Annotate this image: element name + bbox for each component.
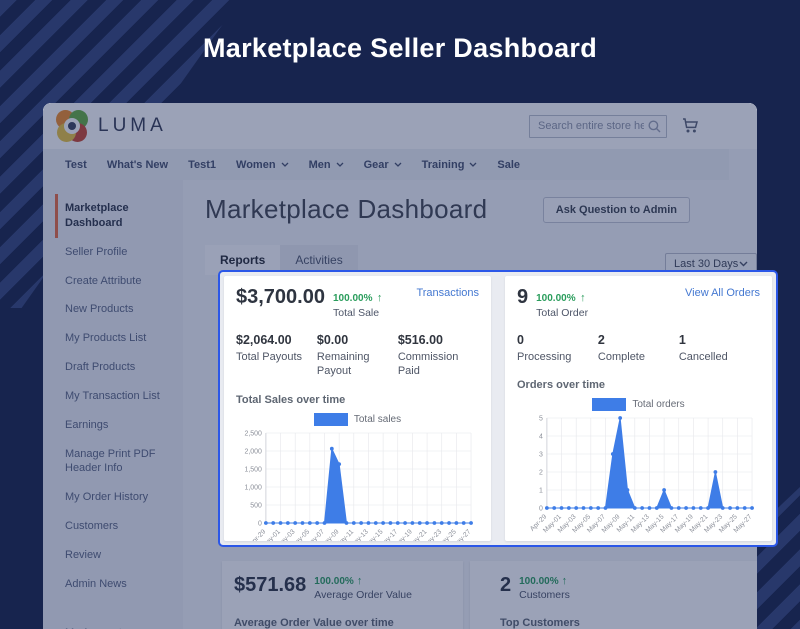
total-sale-card: $3,700.00 100.00% ↑ Total Sale Transacti… xyxy=(224,276,491,541)
stat-label: Complete xyxy=(598,350,673,364)
svg-text:1,500: 1,500 xyxy=(244,466,262,473)
svg-text:2,000: 2,000 xyxy=(244,448,262,455)
arrow-up-icon: ↑ xyxy=(580,292,586,304)
arrow-up-icon: ↑ xyxy=(377,292,383,304)
svg-text:0: 0 xyxy=(258,520,262,527)
svg-text:4: 4 xyxy=(539,434,543,441)
stat-value: $2,064.00 xyxy=(236,333,311,347)
stat-value: 0 xyxy=(517,333,592,347)
total-sale-trend-label: Total Sale xyxy=(333,307,382,320)
highlight-panel: $3,700.00 100.00% ↑ Total Sale Transacti… xyxy=(218,270,778,547)
legend-swatch xyxy=(592,398,626,411)
total-order-card: 9 100.00% ↑ Total Order View All Orders … xyxy=(505,276,772,541)
stat-label: Commission Paid xyxy=(398,350,473,379)
total-sales-chart: 05001,0001,5002,0002,500Apr-29May-01May-… xyxy=(236,427,479,541)
svg-text:1: 1 xyxy=(539,488,543,495)
transactions-link[interactable]: Transactions xyxy=(416,287,479,299)
svg-text:1,000: 1,000 xyxy=(244,484,262,491)
legend-swatch xyxy=(314,413,348,426)
stat-value: $0.00 xyxy=(317,333,392,347)
svg-text:2,500: 2,500 xyxy=(244,430,262,437)
total-order-trend-pct: 100.00% xyxy=(536,293,575,304)
total-orders-chart: 012345Apr-29May-01May-03May-05May-07May-… xyxy=(517,412,760,538)
stat-label: Remaining Payout xyxy=(317,350,392,379)
poster: Marketplace Seller Dashboard LUMA TestWh… xyxy=(0,0,800,629)
sale-stats-row: $2,064.00 Total Payouts $0.00 Remaining Pay… xyxy=(236,333,479,379)
orders-chart-title: Orders over time xyxy=(517,379,760,391)
svg-text:Apr-29: Apr-29 xyxy=(248,528,267,541)
stat-remaining-payout: $0.00 Remaining Payout xyxy=(317,333,398,379)
svg-text:5: 5 xyxy=(539,416,543,423)
stat-complete: 2 Complete xyxy=(598,333,679,364)
stat-value: $516.00 xyxy=(398,333,473,347)
sales-chart-title: Total Sales over time xyxy=(236,394,479,406)
poster-title: Marketplace Seller Dashboard xyxy=(0,33,800,64)
stat-commission-paid: $516.00 Commission Paid xyxy=(398,333,479,379)
total-order-value: 9 xyxy=(517,287,528,308)
stat-cancelled: 1 Cancelled xyxy=(679,333,760,364)
total-order-trend-label: Total Order xyxy=(536,307,588,320)
total-sale-value: $3,700.00 xyxy=(236,287,325,308)
svg-text:3: 3 xyxy=(539,452,543,459)
orders-chart-legend: Total orders xyxy=(517,398,760,411)
view-all-orders-link[interactable]: View All Orders xyxy=(685,287,760,299)
svg-text:500: 500 xyxy=(250,502,262,509)
stat-label: Processing xyxy=(517,350,592,364)
stat-processing: 0 Processing xyxy=(517,333,598,364)
stat-label: Total Payouts xyxy=(236,350,311,364)
total-sale-trend-pct: 100.00% xyxy=(333,293,372,304)
svg-text:2: 2 xyxy=(539,470,543,477)
order-stats-row: 0 Processing 2 Complete 1 Cancelled xyxy=(517,333,760,364)
sales-chart-legend: Total sales xyxy=(236,413,479,426)
stat-value: 1 xyxy=(679,333,754,347)
stat-total-payouts: $2,064.00 Total Payouts xyxy=(236,333,317,379)
stat-label: Cancelled xyxy=(679,350,754,364)
stat-value: 2 xyxy=(598,333,673,347)
legend-label: Total orders xyxy=(632,399,684,410)
legend-label: Total sales xyxy=(354,414,401,425)
svg-text:0: 0 xyxy=(539,506,543,513)
